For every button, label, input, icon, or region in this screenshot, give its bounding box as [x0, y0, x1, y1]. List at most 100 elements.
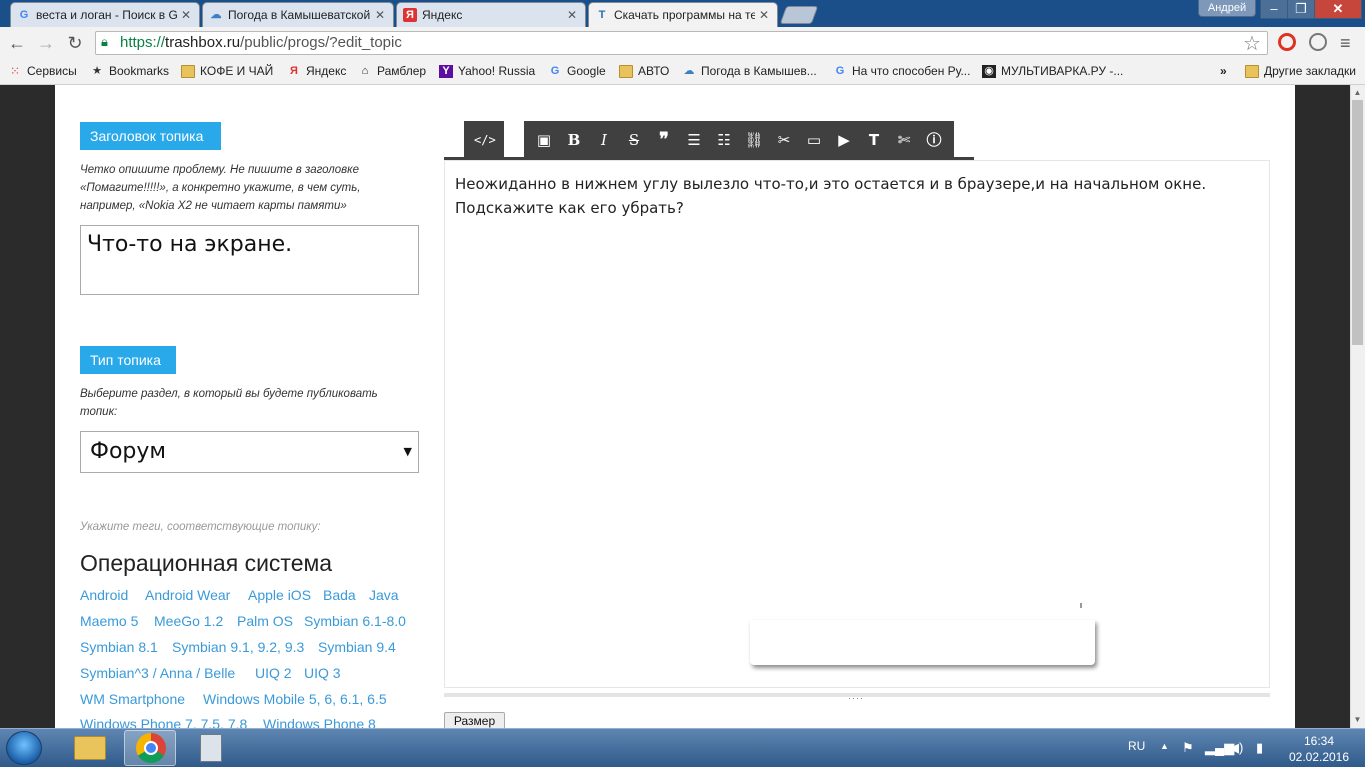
strikethrough-icon[interactable]: S: [624, 131, 644, 149]
unlink-icon[interactable]: ✂: [774, 131, 794, 149]
clock[interactable]: 16:34 02.02.2016: [1286, 733, 1352, 765]
new-tab-button[interactable]: [779, 6, 819, 24]
text-icon[interactable]: T: [864, 131, 884, 149]
close-icon[interactable]: ✕: [375, 8, 387, 22]
tab-google-search[interactable]: G веста и логан - Поиск в G ✕: [10, 2, 200, 27]
scrollbar-thumb[interactable]: [1352, 100, 1363, 345]
editor-toolbar: [524, 121, 954, 157]
resize-handle[interactable]: ····: [848, 693, 864, 703]
tag-link[interactable]: UIQ 2: [255, 663, 292, 683]
topic-type-select[interactable]: Форум ▼: [80, 431, 419, 473]
bookmark-star-icon[interactable]: ☆: [1243, 31, 1261, 56]
start-button[interactable]: [6, 731, 42, 765]
bookmark-rambler[interactable]: ⌂ Рамблер: [358, 63, 426, 79]
yandex-icon: Я: [290, 64, 298, 77]
forward-button[interactable]: →: [35, 32, 57, 54]
header-icon[interactable]: ▣: [534, 131, 554, 149]
action-center-icon[interactable]: ⚑: [1182, 740, 1194, 756]
google-icon: G: [550, 64, 560, 77]
folder-icon: [619, 64, 633, 78]
tag-link[interactable]: Android: [80, 585, 128, 605]
bookmark-bookmarks[interactable]: ★ Bookmarks: [90, 63, 169, 79]
close-window-button[interactable]: ✕: [1314, 0, 1362, 19]
quote-icon[interactable]: ❞: [654, 131, 674, 149]
bookmark-google[interactable]: G Google: [548, 63, 606, 79]
bookmark-multivarka[interactable]: ◉ МУЛЬТИВАРКА.РУ -...: [982, 63, 1123, 79]
unordered-list-icon[interactable]: ☷: [714, 131, 734, 149]
globe-extension-icon[interactable]: [1309, 33, 1327, 51]
ordered-list-icon[interactable]: ☰: [684, 131, 704, 149]
bookmark-yahoo[interactable]: Y Yahoo! Russia: [439, 63, 535, 79]
scroll-down-icon[interactable]: ▼: [1350, 713, 1365, 727]
folder-icon: [1245, 64, 1259, 78]
tag-link[interactable]: Bada: [323, 585, 356, 605]
code-icon[interactable]: </>: [474, 131, 496, 149]
video-icon[interactable]: ▶: [834, 131, 854, 149]
tag-link[interactable]: Apple iOS: [248, 585, 311, 605]
dropdown-arrow-icon: ▼: [403, 445, 412, 458]
tag-link[interactable]: Symbian 9.1, 9.2, 9.3: [172, 637, 304, 657]
folder-icon: [74, 736, 106, 760]
menu-icon[interactable]: ≡: [1340, 33, 1351, 54]
chrome-icon-center: [144, 741, 158, 755]
maximize-button[interactable]: ❐: [1287, 0, 1315, 19]
tag-link[interactable]: Symbian 9.4: [318, 637, 396, 657]
info-icon[interactable]: ⓘ: [924, 131, 944, 149]
tag-link[interactable]: UIQ 3: [304, 663, 341, 683]
tab-yandex[interactable]: Я Яндекс ✕: [396, 2, 586, 27]
scroll-up-icon[interactable]: ▲: [1350, 86, 1365, 100]
tag-link[interactable]: Symbian 6.1-8.0: [304, 611, 406, 631]
bookmark-yandex[interactable]: Я Яндекс: [287, 63, 346, 79]
page-background: [0, 85, 55, 728]
star-icon: ★: [92, 64, 102, 77]
trashbox-icon: T: [598, 9, 606, 21]
tag-link[interactable]: Android Wear: [145, 585, 230, 605]
editor-content[interactable]: Неожиданно в нижнем углу вылезло что-то,…: [455, 172, 1255, 220]
bold-icon[interactable]: B: [564, 131, 584, 149]
tag-link[interactable]: Symbian^3 / Anna / Belle: [80, 663, 235, 683]
calculator-icon: [200, 734, 222, 762]
editor-textarea[interactable]: [444, 160, 1270, 688]
yandex-icon: Я: [403, 8, 417, 22]
back-button[interactable]: ←: [6, 32, 28, 54]
tag-link[interactable]: WM Smartphone: [80, 689, 185, 709]
bookmark-coffee-tea[interactable]: КОФЕ И ЧАЙ: [181, 63, 273, 79]
bookmark-google-ru[interactable]: G На что способен Ру...: [833, 63, 971, 79]
topic-type-label: Тип топика: [80, 346, 176, 374]
url-text[interactable]: https://trashbox.ru/public/progs/?edit_t…: [120, 33, 402, 53]
lock-icon: 🔒︎: [101, 34, 108, 49]
tag-link[interactable]: Windows Mobile 5, 6, 6.1, 6.5: [203, 689, 387, 709]
image-icon[interactable]: ▭: [804, 131, 824, 149]
show-hidden-icons-icon[interactable]: ▲: [1160, 741, 1169, 751]
italic-icon[interactable]: I: [594, 131, 614, 149]
volume-icon[interactable]: ◀): [1229, 740, 1243, 756]
cut-icon[interactable]: ✄: [894, 131, 914, 149]
topic-title-input[interactable]: Что-то на экране.: [80, 225, 419, 295]
tag-link[interactable]: Maemo 5: [80, 611, 138, 631]
bookmark-other[interactable]: Другие закладки: [1245, 63, 1356, 79]
bookmark-auto[interactable]: АВТО: [619, 63, 669, 79]
close-icon[interactable]: ✕: [759, 8, 771, 22]
bookmark-weather[interactable]: ☁ Погода в Камышев...: [682, 63, 817, 79]
minimize-button[interactable]: –: [1260, 0, 1288, 19]
tag-link[interactable]: Symbian 8.1: [80, 637, 158, 657]
language-indicator[interactable]: RU: [1128, 739, 1145, 753]
tag-link[interactable]: Palm OS: [237, 611, 293, 631]
battery-icon[interactable]: ▮: [1256, 740, 1263, 756]
profile-button[interactable]: Андрей: [1198, 0, 1256, 17]
tab-weather[interactable]: ☁ Погода в Камышеватской ✕: [202, 2, 394, 27]
reload-button[interactable]: ↻: [64, 32, 86, 54]
close-icon[interactable]: ✕: [567, 8, 579, 22]
popup-marker: [1080, 603, 1082, 608]
close-icon[interactable]: ✕: [181, 8, 193, 22]
tag-link[interactable]: Java: [369, 585, 399, 605]
opera-extension-icon[interactable]: [1278, 33, 1296, 51]
editor-line: Неожиданно в нижнем углу вылезло что-то,…: [455, 175, 1207, 193]
tab-trashbox[interactable]: T Скачать программы на те ✕: [588, 2, 778, 27]
topic-title-hint: Четко опишите проблему. Не пишите в заго…: [80, 164, 361, 212]
link-icon[interactable]: ⛓: [744, 131, 764, 149]
bookmarks-overflow-button[interactable]: »: [1220, 63, 1227, 79]
clock-date: 02.02.2016: [1288, 750, 1350, 764]
bookmark-services[interactable]: ⁙ Сервисы: [8, 63, 77, 79]
tag-link[interactable]: MeeGo 1.2: [154, 611, 223, 631]
